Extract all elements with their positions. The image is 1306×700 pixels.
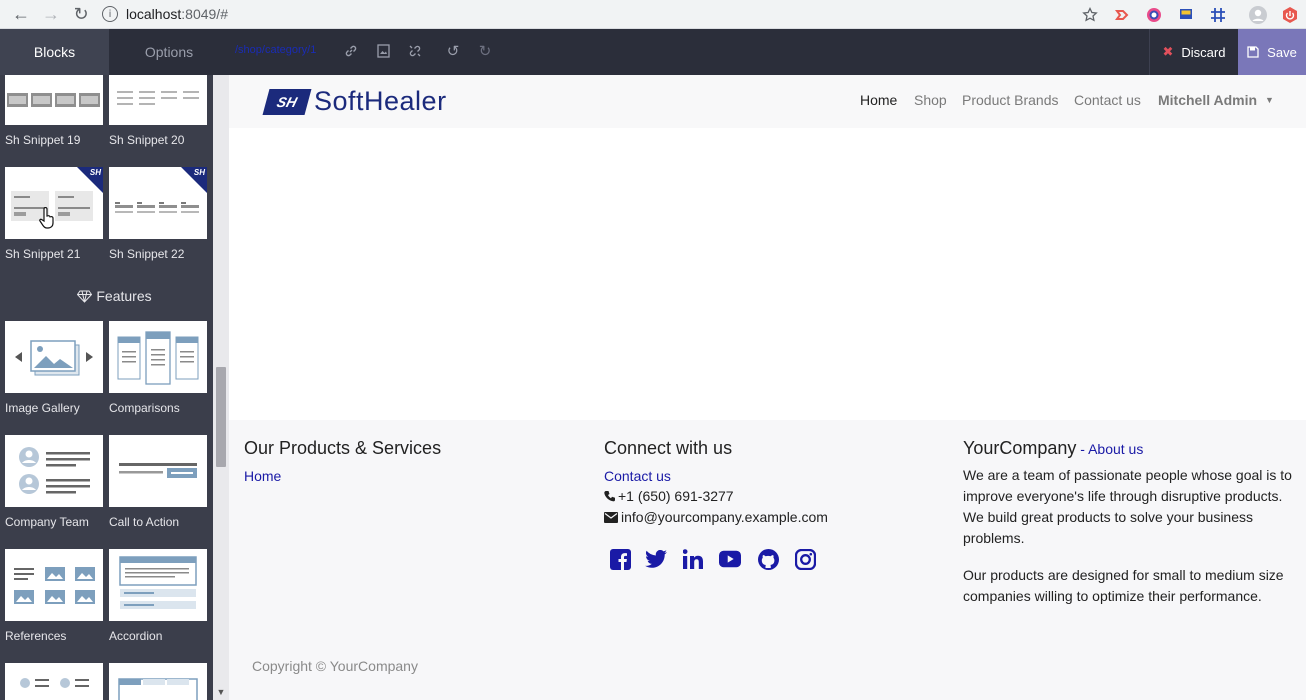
nav-shop[interactable]: Shop	[914, 92, 947, 108]
footer-phone: +1 (650) 691-3277	[604, 486, 734, 508]
snippet-thumbnail[interactable]	[5, 549, 103, 621]
user-name: Mitchell Admin	[1158, 92, 1258, 108]
instagram-icon[interactable]	[794, 548, 816, 570]
copyright-text: Copyright © YourCompany	[252, 658, 418, 674]
snippets-sidebar: Sh Snippet 19 Sh Snippet 20 SH Sh Snippe	[0, 75, 229, 700]
extension-screen-icon[interactable]	[1170, 0, 1202, 29]
site-header: SH SoftHealer Home Shop Product Brands C…	[229, 75, 1306, 128]
snippet-label: Company Team	[5, 515, 89, 529]
close-icon: ✖	[1162, 44, 1174, 59]
twitter-icon[interactable]	[645, 548, 667, 570]
snippet-thumbnail[interactable]	[109, 75, 207, 125]
about-paragraph-1: We are a team of passionate people whose…	[963, 467, 1292, 546]
tab-options[interactable]: Options	[109, 29, 229, 75]
address-bar[interactable]: i localhost:8049/#	[102, 6, 228, 22]
nav-product-brands[interactable]: Product Brands	[962, 92, 1059, 108]
badge-text: SH	[193, 168, 205, 177]
redo-icon[interactable]: ↻	[477, 43, 493, 60]
editor-toolbar: Blocks Options /shop/category/1 ↺ ↻ ✖ Di…	[0, 29, 1306, 75]
page-path-link[interactable]: /shop/category/1	[235, 44, 316, 56]
snippet-thumbnail[interactable]	[109, 549, 207, 621]
footer-company-title: YourCompany - About us	[963, 438, 1143, 459]
snippet-label: References	[5, 629, 67, 643]
website-preview: SH SoftHealer Home Shop Product Brands C…	[229, 75, 1306, 700]
discard-button[interactable]: ✖ Discard	[1149, 29, 1238, 75]
company-name: YourCompany	[963, 438, 1077, 458]
snippet-thumbnail[interactable]: SH	[109, 167, 207, 239]
phone-number: +1 (650) 691-3277	[618, 488, 734, 504]
nav-contact-us[interactable]: Contact us	[1074, 92, 1141, 108]
snippet-label: Sh Snippet 20	[109, 133, 185, 147]
tab-blocks[interactable]: Blocks	[0, 29, 109, 75]
site-logo[interactable]: SH SoftHealer	[262, 86, 447, 117]
browser-toolbar: ← → ↻ i localhost:8049/#	[0, 0, 1306, 29]
link-icon[interactable]	[343, 43, 359, 59]
about-paragraph-2: Our products are designed for small to m…	[963, 567, 1284, 604]
footer-connect-title: Connect with us	[604, 438, 733, 458]
email-address: info@yourcompany.example.com	[621, 509, 828, 525]
snippet-thumbnail[interactable]	[5, 75, 103, 125]
save-button[interactable]: Save	[1238, 29, 1306, 75]
snippet-thumbnail[interactable]	[5, 435, 103, 507]
scroll-down-arrow-icon[interactable]: ▼	[213, 684, 229, 700]
linkedin-icon[interactable]	[682, 548, 704, 570]
back-arrow-icon[interactable]: ←	[6, 0, 36, 29]
facebook-icon[interactable]	[609, 548, 631, 570]
about-us-link[interactable]: About us	[1088, 441, 1143, 457]
extension-hex-icon[interactable]	[1274, 0, 1306, 29]
snippet-thumbnail[interactable]	[5, 663, 103, 700]
site-footer: Our Products & Services Home Connect wit…	[229, 420, 1306, 700]
snippet-label: Image Gallery	[5, 401, 80, 415]
features-heading-label: Features	[96, 288, 152, 304]
snippet-label: Comparisons	[109, 401, 180, 415]
diamond-icon	[77, 290, 93, 306]
footer-products-title: Our Products & Services	[244, 438, 442, 458]
save-label: Save	[1267, 44, 1297, 60]
image-icon[interactable]	[375, 43, 391, 59]
snippet-thumbnail[interactable]	[5, 321, 103, 393]
envelope-icon	[604, 508, 618, 529]
snippet-thumbnail[interactable]	[109, 321, 207, 393]
title-separator: -	[1076, 441, 1089, 457]
phone-icon	[604, 487, 615, 508]
badge-text: SH	[89, 168, 101, 177]
reload-icon[interactable]: ↻	[66, 0, 96, 29]
snippet-label: Sh Snippet 21	[5, 247, 81, 261]
caret-down-icon: ▼	[1264, 95, 1274, 105]
logo-text: SoftHealer	[314, 86, 447, 116]
floppy-disk-icon	[1247, 46, 1259, 58]
sidebar-scroll-thumb[interactable]	[216, 367, 226, 467]
snippet-label: Accordion	[109, 629, 163, 643]
features-heading: Features	[0, 288, 229, 306]
discard-label: Discard	[1181, 44, 1226, 60]
footer-home-link[interactable]: Home	[244, 468, 281, 484]
undo-icon[interactable]: ↺	[445, 43, 461, 60]
youtube-icon[interactable]	[719, 548, 741, 570]
bookmark-star-icon[interactable]	[1074, 0, 1106, 29]
url-path: :8049/#	[181, 6, 228, 22]
extension-grid-icon[interactable]	[1202, 0, 1234, 29]
github-icon[interactable]	[757, 548, 779, 570]
info-icon[interactable]: i	[102, 6, 118, 22]
snippet-label: Call to Action	[109, 515, 180, 529]
logo-mark: SH	[262, 88, 312, 115]
extension-color-icon[interactable]	[1138, 0, 1170, 29]
url-host: localhost	[126, 6, 182, 22]
snippet-label: Sh Snippet 19	[5, 133, 81, 147]
forward-arrow-icon[interactable]: →	[36, 0, 66, 29]
footer-contact-link[interactable]: Contact us	[604, 468, 671, 484]
hand-cursor-icon	[38, 206, 56, 234]
footer-email: info@yourcompany.example.com	[604, 507, 828, 529]
profile-avatar-icon[interactable]	[1242, 0, 1274, 29]
nav-home[interactable]: Home	[860, 92, 897, 108]
snippet-thumbnail[interactable]	[109, 663, 207, 700]
unlink-icon[interactable]	[407, 43, 423, 59]
extension-arrow-icon[interactable]	[1106, 0, 1138, 29]
user-menu[interactable]: Mitchell Admin ▼	[1158, 92, 1274, 108]
snippet-thumbnail[interactable]	[109, 435, 207, 507]
snippet-label: Sh Snippet 22	[109, 247, 185, 261]
